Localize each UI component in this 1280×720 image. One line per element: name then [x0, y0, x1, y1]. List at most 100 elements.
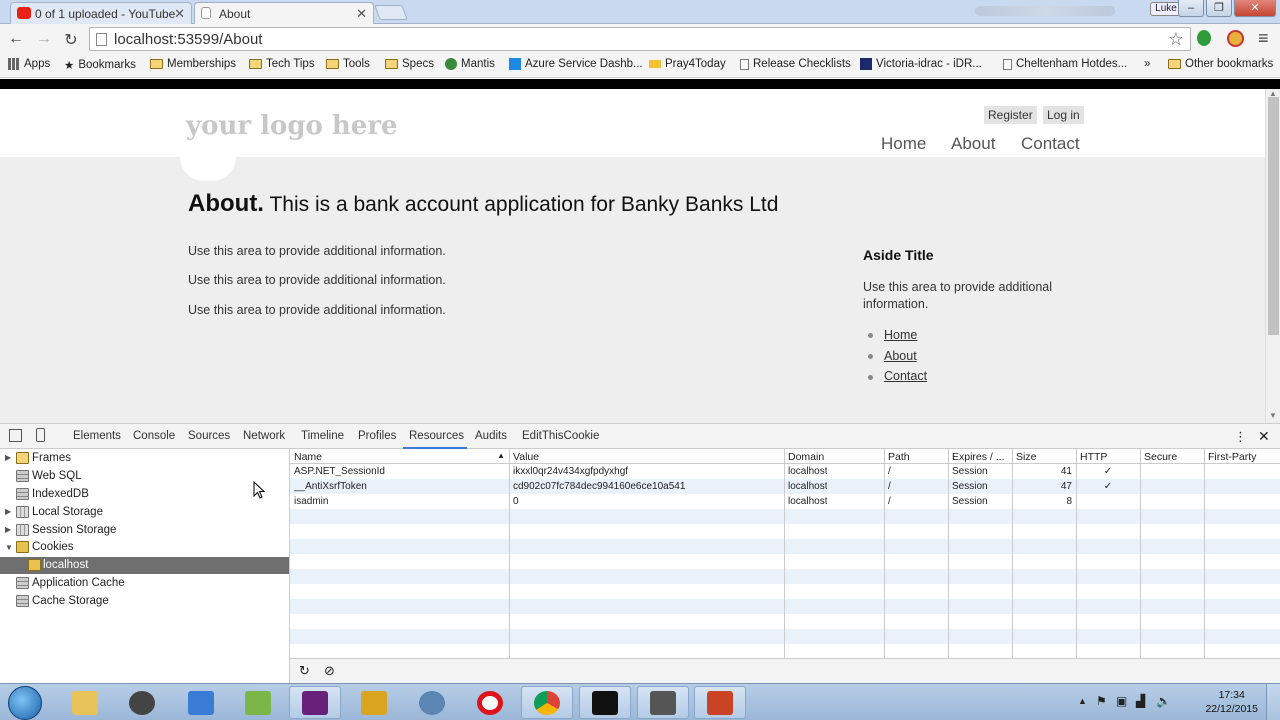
devtools-tab-resources[interactable]: Resources [409, 430, 464, 442]
tree-item-application-cache[interactable]: Application Cache [32, 577, 125, 589]
tree-item-localhost[interactable]: localhost [43, 559, 88, 571]
show-hidden-icons[interactable]: ▲ [1078, 696, 1087, 706]
devtools-tab-timeline[interactable]: Timeline [301, 430, 344, 442]
taskbar-visual-studio[interactable] [289, 686, 341, 719]
taskbar-notepad-chart[interactable] [232, 686, 284, 719]
cookie-expires[interactable]: Session [952, 496, 988, 507]
expand-icon[interactable]: ▶ [5, 507, 11, 516]
cookie-expires[interactable]: Session [952, 466, 988, 477]
clear-icon[interactable]: ⊘ [324, 663, 335, 679]
signal-icon[interactable]: ▟ [1136, 694, 1145, 708]
bookmark-tools[interactable]: Tools [326, 58, 370, 70]
taskbar-folder[interactable] [637, 686, 689, 719]
login-link[interactable]: Log in [1043, 106, 1084, 124]
register-link[interactable]: Register [984, 106, 1037, 124]
taskbar-keepass[interactable] [116, 686, 168, 719]
taskbar-powerpoint[interactable] [694, 686, 746, 719]
taskbar-cmd[interactable] [579, 686, 631, 719]
taskbar-explorer[interactable] [59, 686, 111, 719]
inspect-icon[interactable] [9, 429, 22, 442]
close-icon[interactable]: ✕ [356, 6, 367, 22]
cookie-path[interactable]: / [888, 496, 891, 507]
column-header-secure[interactable]: Secure [1140, 449, 1204, 464]
cookie-size[interactable]: 41 [1016, 466, 1072, 477]
scroll-down-icon[interactable]: ▼ [1269, 411, 1277, 420]
tree-item-session-storage[interactable]: Session Storage [32, 524, 116, 536]
devtools-tab-audits[interactable]: Audits [475, 430, 507, 442]
cookie-value[interactable]: ikxxl0qr24v434xgfpdyxhgf [513, 466, 628, 477]
collapse-icon[interactable]: ▼ [5, 543, 13, 552]
cookie-http[interactable]: ✓ [1076, 481, 1140, 492]
cookie-value[interactable]: 0 [513, 496, 519, 507]
devtools-tab-elements[interactable]: Elements [73, 430, 121, 442]
device-mode-icon[interactable] [36, 428, 45, 442]
flag-icon[interactable]: ⚑ [1096, 694, 1107, 708]
more-icon[interactable]: ⋮ [1234, 429, 1247, 445]
bookmark-memberships[interactable]: Memberships [150, 58, 236, 70]
column-header-name[interactable]: Name ▲ [290, 449, 509, 464]
cookie-http[interactable]: ✓ [1076, 466, 1140, 477]
column-header-domain[interactable]: Domain [784, 449, 884, 464]
system-clock[interactable]: 17:34 22/12/2015 [1205, 688, 1258, 716]
reload-icon[interactable]: ↻ [61, 30, 81, 50]
cookie-domain[interactable]: localhost [788, 496, 827, 507]
cookie-path[interactable]: / [888, 481, 891, 492]
column-header-http[interactable]: HTTP [1076, 449, 1140, 464]
back-icon[interactable]: ← [6, 30, 26, 48]
cookie-extension-icon[interactable] [1227, 30, 1244, 47]
aside-link-contact[interactable]: Contact [884, 369, 927, 383]
scrollbar-thumb[interactable] [1268, 97, 1279, 335]
bookmark-star-icon[interactable]: ☆ [1168, 29, 1184, 50]
show-desktop-button[interactable] [1266, 684, 1280, 720]
tab-youtube[interactable]: 0 of 1 uploaded - YouTube ✕ [10, 2, 192, 24]
device-icon[interactable]: ▣ [1116, 694, 1127, 708]
taskbar-remote-desktop[interactable] [175, 686, 227, 719]
bookmarks-overflow[interactable]: » [1144, 58, 1150, 70]
tree-item-web-sql[interactable]: Web SQL [32, 470, 82, 482]
tab-about[interactable]: About ✕ [194, 2, 374, 25]
column-header-value[interactable]: Value [509, 449, 784, 464]
extension-leaf-icon[interactable] [1197, 30, 1211, 46]
tree-item-frames[interactable]: Frames [32, 452, 71, 464]
close-devtools-icon[interactable]: ✕ [1258, 428, 1270, 445]
address-bar[interactable]: localhost:53599/About ☆ [89, 27, 1191, 51]
devtools-tab-network[interactable]: Network [243, 430, 285, 442]
devtools-tab-profiles[interactable]: Profiles [358, 430, 396, 442]
page-scrollbar[interactable]: ▲ ▼ [1265, 89, 1280, 423]
cookie-size[interactable]: 47 [1016, 481, 1072, 492]
nav-home[interactable]: Home [881, 134, 926, 154]
tree-item-cookies[interactable]: Cookies [32, 541, 74, 553]
devtools-tab-console[interactable]: Console [133, 430, 175, 442]
bookmark-specs[interactable]: Specs [385, 58, 434, 70]
cookie-expires[interactable]: Session [952, 481, 988, 492]
bookmark-idrac[interactable]: Victoria-idrac - iDR... [860, 58, 982, 70]
column-header-first-party[interactable]: First-Party [1204, 449, 1280, 464]
tree-item-indexeddb[interactable]: IndexedDB [32, 488, 89, 500]
menu-icon[interactable]: ≡ [1258, 28, 1269, 49]
bookmark-pray4today[interactable]: Pray4Today [649, 58, 726, 70]
devtools-tab-editthiscookie[interactable]: EditThisCookie [522, 430, 599, 442]
devtools-tab-sources[interactable]: Sources [188, 430, 230, 442]
cookie-name[interactable]: ASP.NET_SessionId [294, 466, 385, 477]
site-logo[interactable]: your logo here [186, 111, 398, 141]
taskbar-snipping-tool[interactable] [348, 686, 400, 719]
expand-icon[interactable]: ▶ [5, 453, 11, 462]
cookie-path[interactable]: / [888, 466, 891, 477]
cookie-name[interactable]: __AntiXsrfToken [294, 481, 367, 492]
taskbar-network[interactable] [406, 686, 458, 719]
cookie-size[interactable]: 8 [1016, 496, 1072, 507]
bookmark-azure[interactable]: Azure Service Dashb... [509, 58, 643, 70]
maximize-button[interactable]: ❐ [1206, 0, 1232, 17]
aside-link-home[interactable]: Home [884, 328, 917, 342]
bookmark-other[interactable]: Other bookmarks [1168, 58, 1273, 70]
tree-item-cache-storage[interactable]: Cache Storage [32, 595, 109, 607]
cookie-domain[interactable]: localhost [788, 466, 827, 477]
bookmark-cheltenham[interactable]: Cheltenham Hotdes... [1003, 58, 1127, 70]
minimize-button[interactable]: – [1178, 0, 1204, 17]
column-header-expires[interactable]: Expires / ... [948, 449, 1012, 464]
close-icon[interactable]: ✕ [174, 6, 185, 22]
tree-item-local-storage[interactable]: Local Storage [32, 506, 103, 518]
bookmark-tech-tips[interactable]: Tech Tips [249, 58, 315, 70]
nav-about[interactable]: About [951, 134, 995, 154]
bookmark-release-checklists[interactable]: Release Checklists [740, 58, 851, 70]
